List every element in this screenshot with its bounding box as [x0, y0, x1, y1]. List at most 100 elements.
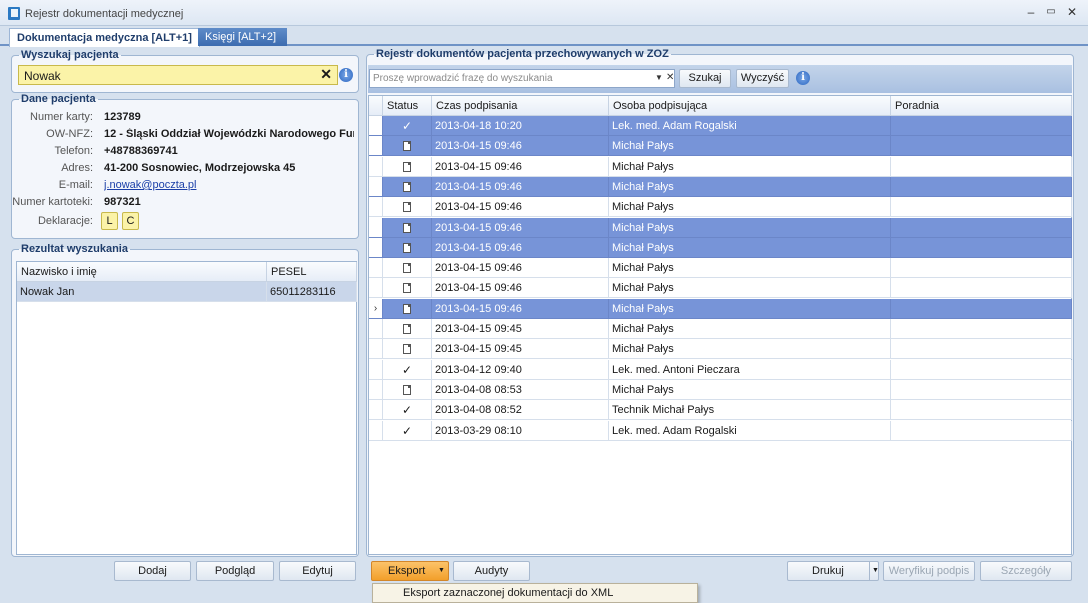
tab-ksiegi[interactable]: Księgi [ALT+2] — [198, 28, 287, 46]
row-indicator — [369, 379, 383, 400]
export-button[interactable]: Eksport ▼ — [371, 561, 449, 581]
clear-icon[interactable]: ✕ — [666, 72, 674, 83]
info-icon[interactable]: i — [339, 68, 353, 82]
export-xml-menu-item[interactable]: Eksport zaznaczonej dokumentacji do XML — [403, 587, 613, 599]
print-dropdown-icon[interactable]: ▼ — [869, 562, 879, 580]
add-button[interactable]: Dodaj — [114, 561, 191, 581]
table-row[interactable]: 2013-04-15 09:46 Michał Pałys — [369, 237, 1072, 258]
row-indicator — [369, 359, 383, 380]
table-row[interactable]: ✓ 2013-03-29 08:10 Lek. med. Adam Rogalski — [369, 420, 1072, 441]
table-row[interactable]: 2013-04-08 08:53 Michał Pałys — [369, 379, 1072, 400]
document-icon — [383, 136, 432, 157]
ow-nfz-label: OW-NFZ: — [46, 128, 93, 140]
row-indicator — [369, 400, 383, 421]
col-person-header[interactable]: Osoba podpisująca — [609, 96, 891, 116]
cell-person: Lek. med. Adam Rogalski — [609, 420, 891, 441]
table-row[interactable]: 2013-04-15 09:45 Michał Pałys — [369, 319, 1072, 339]
table-row[interactable]: 2013-04-15 09:46 Michał Pałys — [369, 176, 1072, 197]
cell-person: Michał Pałys — [609, 176, 891, 197]
export-label: Eksport — [388, 565, 426, 577]
signed-check-icon: ✓ — [383, 359, 432, 380]
table-row[interactable]: Nowak Jan 65011283116 — [17, 282, 357, 302]
row-indicator — [369, 197, 383, 218]
cell-person: Lek. med. Antoni Pieczara — [609, 359, 891, 380]
cell-clinic — [891, 298, 1072, 319]
cell-clinic — [891, 217, 1072, 238]
export-dropdown-icon[interactable]: ▼ — [438, 562, 445, 580]
table-row[interactable]: 2013-04-15 09:46 Michał Pałys — [369, 258, 1072, 279]
table-row[interactable]: › 2013-04-15 09:46 Michał Pałys — [369, 298, 1072, 319]
email-label: E-mail: — [58, 179, 93, 191]
declarations-label: Deklaracje: — [37, 215, 93, 227]
patient-data-group: Dane pacjenta Numer karty: 123789 OW-NFZ… — [11, 93, 359, 239]
document-icon — [383, 197, 432, 218]
clear-button[interactable]: Wyczyść — [736, 69, 789, 88]
col-pesel-header[interactable]: PESEL — [267, 262, 357, 282]
declaration-c-badge[interactable]: C — [122, 212, 139, 230]
document-icon — [383, 278, 432, 299]
table-row[interactable]: 2013-04-15 09:46 Michał Pałys — [369, 156, 1072, 177]
search-results-title: Rezultat wyszukania — [19, 243, 130, 255]
patient-search-input[interactable]: Nowak ✕ — [18, 65, 338, 85]
registry-info-icon[interactable]: i — [796, 71, 810, 85]
col-status-header[interactable]: Status — [383, 96, 432, 116]
cell-clinic — [891, 379, 1072, 400]
cell-clinic — [891, 359, 1072, 380]
cell-time: 2013-04-15 09:46 — [432, 278, 609, 299]
clear-search-icon[interactable]: ✕ — [320, 66, 332, 83]
cell-person: Michał Pałys — [609, 379, 891, 400]
table-row[interactable]: ✓ 2013-04-18 10:20 Lek. med. Adam Rogalski — [369, 116, 1072, 136]
edit-button[interactable]: Edytuj — [279, 561, 356, 581]
preview-button[interactable]: Podgląd — [196, 561, 274, 581]
audits-button[interactable]: Audyty — [453, 561, 530, 581]
table-row[interactable]: 2013-04-15 09:46 Michał Pałys — [369, 197, 1072, 218]
cell-clinic — [891, 258, 1072, 279]
minimize-icon[interactable]: – — [1022, 4, 1040, 20]
address-label: Adres: — [61, 162, 93, 174]
table-row[interactable]: ✓ 2013-04-08 08:52 Technik Michał Pałys — [369, 400, 1072, 421]
search-button[interactable]: Szukaj — [679, 69, 731, 88]
address-value: 41-200 Sosnowiec, Modrzejowska 45 — [104, 162, 296, 174]
row-indicator — [369, 136, 383, 157]
cell-person: Michał Pałys — [609, 278, 891, 299]
document-icon — [383, 379, 432, 400]
registry-group: Rejestr dokumentów pacjenta przechowywan… — [366, 48, 1074, 557]
document-icon — [383, 156, 432, 177]
document-icon — [383, 298, 432, 319]
cell-time: 2013-04-08 08:53 — [432, 379, 609, 400]
col-clinic-header[interactable]: Poradnia — [891, 96, 1072, 116]
email-link[interactable]: j.nowak@poczta.pl — [104, 179, 197, 191]
cell-person: Lek. med. Adam Rogalski — [609, 116, 891, 136]
app-icon — [8, 7, 20, 20]
cell-person: Michał Pałys — [609, 237, 891, 258]
verify-signature-button[interactable]: Weryfikuj podpis — [883, 561, 975, 581]
col-name-header[interactable]: Nazwisko i imię — [17, 262, 267, 282]
window-title: Rejestr dokumentacji medycznej — [25, 8, 184, 20]
row-indicator — [369, 237, 383, 258]
table-row[interactable]: 2013-04-15 09:46 Michał Pałys — [369, 136, 1072, 157]
col-time-header[interactable]: Czas podpisania — [432, 96, 609, 116]
cell-person: Michał Pałys — [609, 298, 891, 319]
print-button[interactable]: Drukuj ▼ — [787, 561, 879, 581]
cell-clinic — [891, 319, 1072, 339]
declaration-l-badge[interactable]: L — [101, 212, 118, 230]
details-button[interactable]: Szczegóły — [980, 561, 1072, 581]
table-row[interactable]: 2013-04-15 09:46 Michał Pałys — [369, 278, 1072, 299]
registry-search-input[interactable]: Proszę wprowadzić frazę do wyszukania ▼ … — [369, 69, 675, 88]
close-icon[interactable]: ✕ — [1063, 4, 1081, 20]
document-icon — [383, 258, 432, 279]
cell-clinic — [891, 400, 1072, 421]
cell-time: 2013-04-15 09:46 — [432, 298, 609, 319]
maximize-icon[interactable]: ▭ — [1042, 4, 1060, 20]
dropdown-arrow-icon[interactable]: ▼ — [655, 73, 663, 82]
cell-clinic — [891, 339, 1072, 360]
search-results-group: Rezultat wyszukania Nazwisko i imię PESE… — [11, 243, 359, 557]
cell-person: Michał Pałys — [609, 217, 891, 238]
cell-time: 2013-03-29 08:10 — [432, 420, 609, 441]
table-row[interactable]: 2013-04-15 09:46 Michał Pałys — [369, 217, 1072, 238]
tab-dokumentacja[interactable]: Dokumentacja medyczna [ALT+1] — [9, 28, 200, 47]
table-row[interactable]: 2013-04-15 09:45 Michał Pałys — [369, 339, 1072, 360]
result-name: Nowak Jan — [17, 282, 267, 302]
table-row[interactable]: ✓ 2013-04-12 09:40 Lek. med. Antoni Piecza… — [369, 359, 1072, 380]
results-table: Nazwisko i imię PESEL Nowak Jan 65011283… — [16, 261, 357, 555]
